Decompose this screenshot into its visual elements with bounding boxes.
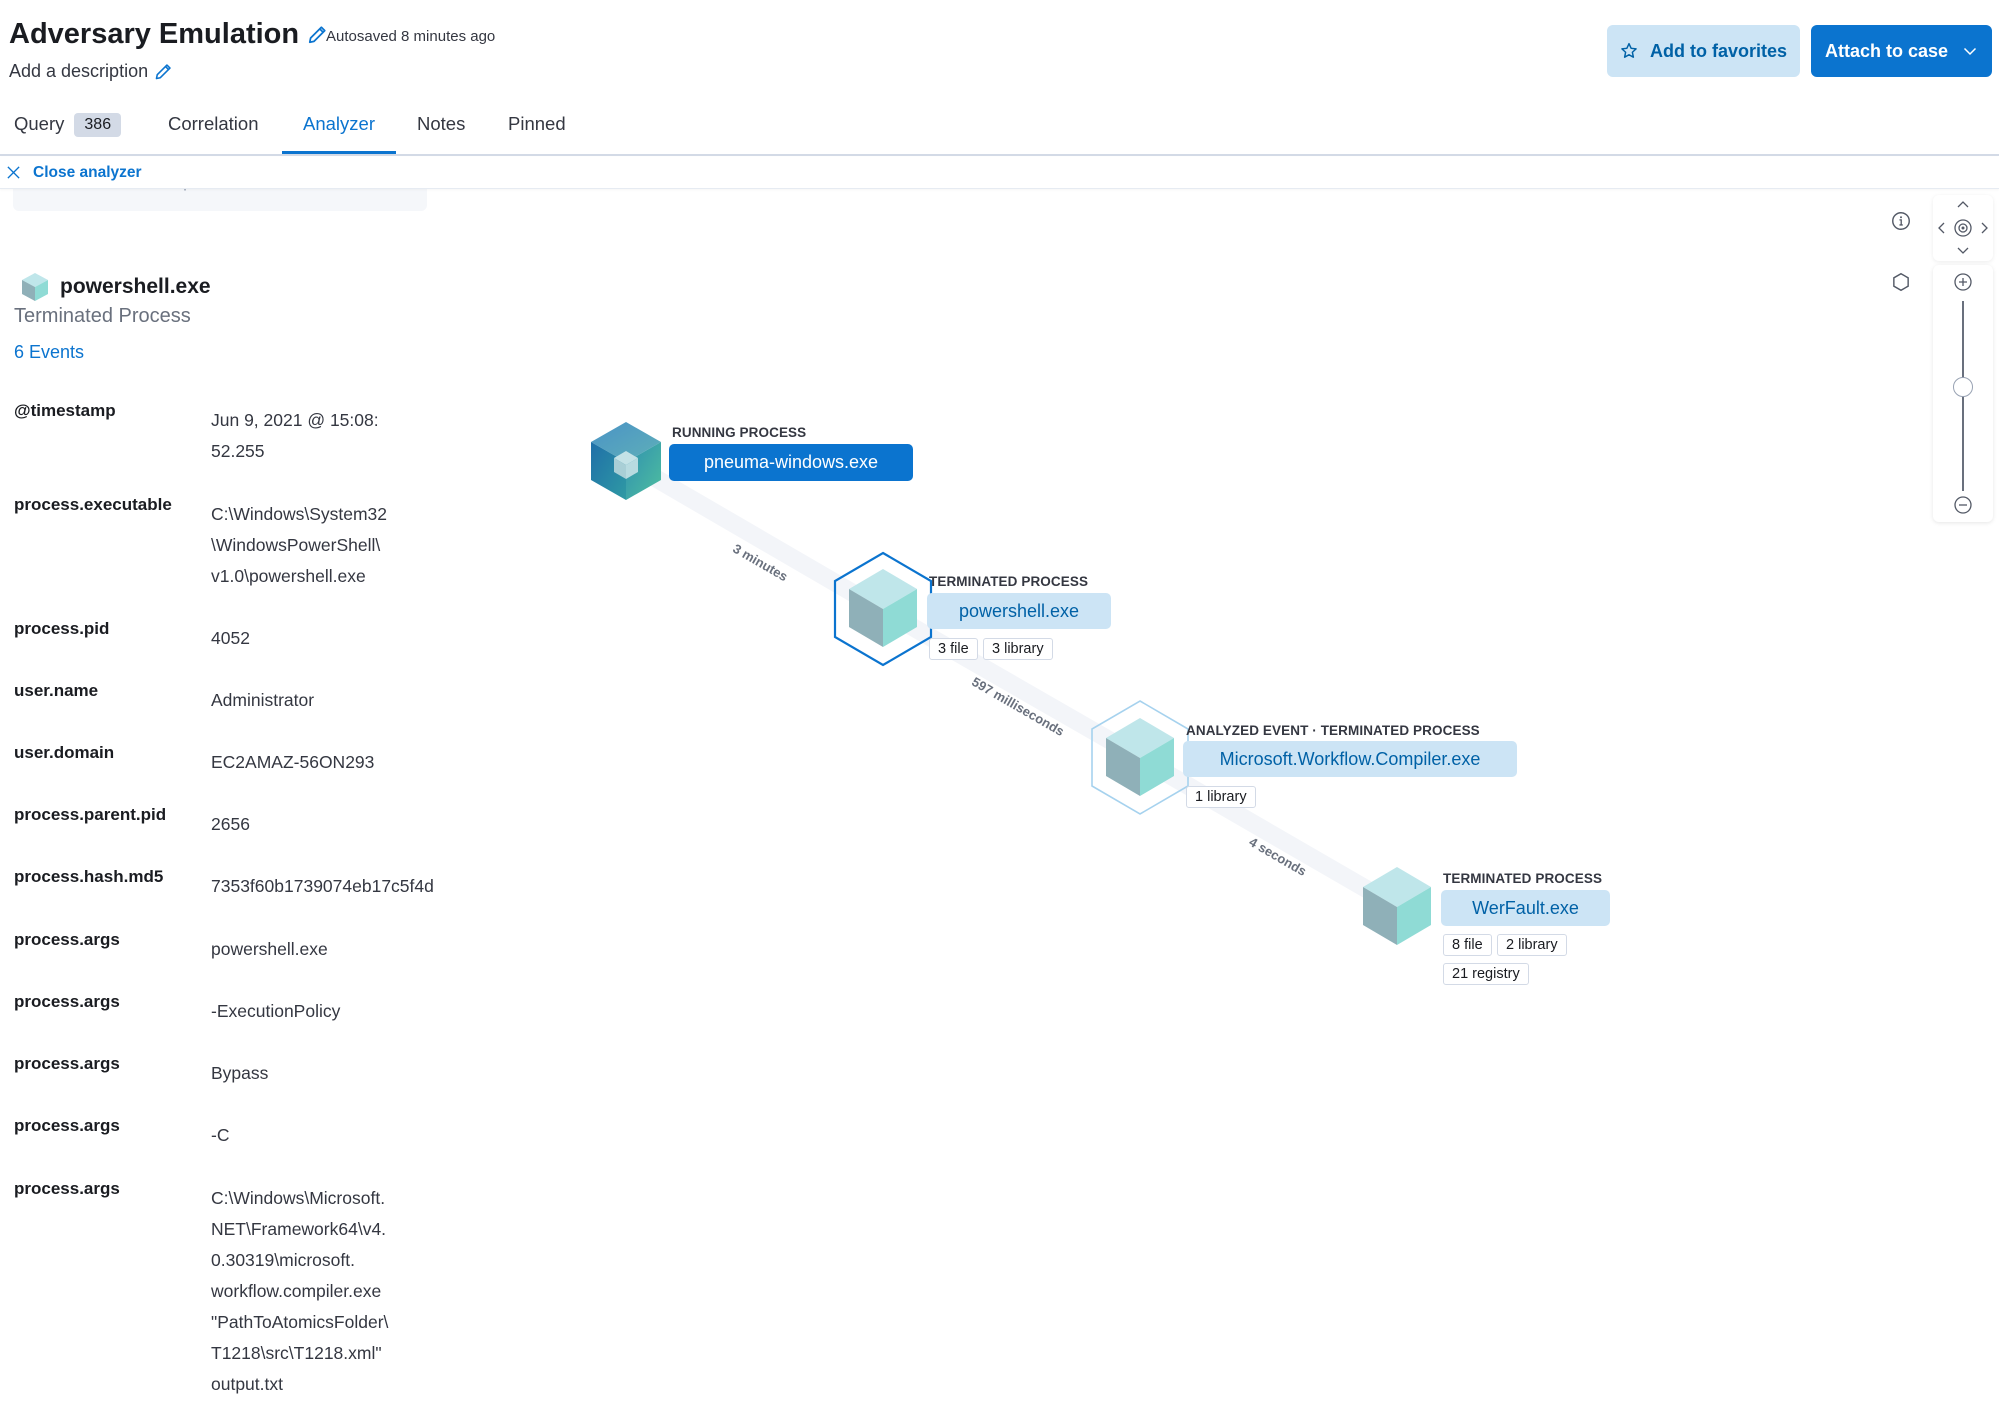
add-to-favorites-label: Add to favorites — [1649, 40, 1787, 61]
field-value: Administrator — [211, 690, 315, 710]
related-events-pill-registry[interactable]: 21 registry — [1443, 963, 1529, 985]
tab-pinned[interactable]: Pinned — [508, 113, 566, 154]
pan-up-icon[interactable] — [1955, 198, 1971, 210]
field-value: EC2AMAZ-56ON293 — [211, 752, 375, 772]
field-value: -ExecutionPolicy — [211, 1001, 341, 1021]
close-icon — [7, 166, 20, 179]
related-events-pill-library[interactable]: 3 library — [983, 638, 1053, 660]
node-name-button-powershell[interactable]: powershell.exe — [927, 593, 1111, 629]
close-analyzer-button[interactable]: Close analyzer — [0, 157, 1999, 189]
edge-line — [878, 602, 1142, 764]
add-description[interactable]: Add a description — [9, 61, 172, 82]
node-detail-panel: Events / Details for: powershell.... pow… — [0, 189, 447, 1422]
edge-line — [621, 453, 882, 615]
related-events-pill-library[interactable]: 1 library — [1186, 786, 1256, 808]
pan-left-icon[interactable] — [1935, 220, 1947, 236]
field-value: 4052 — [211, 628, 250, 648]
node-state-label: ANALYZED EVENT · TERMINATED PROCESS — [1186, 723, 1480, 738]
node-name-button-werfault[interactable]: WerFault.exe — [1441, 890, 1610, 926]
chevron-down-icon — [1963, 47, 1977, 56]
tab-notes-label: Notes — [417, 113, 466, 134]
field-key: process.args — [14, 992, 120, 1011]
related-events-pill-file[interactable]: 3 file — [929, 638, 978, 660]
node-cube-powershell[interactable] — [833, 551, 933, 667]
resolver-graph-canvas[interactable]: 3 minutes 597 milliseconds 4 seconds RUN… — [447, 189, 1999, 1422]
tab-correlation-label: Correlation — [168, 113, 259, 134]
timeline-title: Adversary Emulation — [9, 18, 327, 51]
timeline-tabs: Query 386 Correlation Analyzer Notes Pinn… — [0, 105, 1999, 156]
node-cube-workflow-compiler[interactable] — [1091, 700, 1189, 815]
pan-controls — [1933, 195, 1993, 261]
edit-title-pencil-icon[interactable] — [307, 25, 327, 45]
field-value: C:\Windows\System32 \WindowsPowerShell\ … — [211, 504, 388, 586]
field-value: 7353f60b1739074eb17c5f4d — [211, 876, 434, 896]
field-key: process.args — [14, 1116, 120, 1135]
field-key: process.parent.pid — [14, 805, 167, 824]
tab-notes[interactable]: Notes — [417, 113, 465, 154]
process-cube-icon — [22, 273, 48, 301]
node-cube-running-process[interactable] — [591, 422, 661, 500]
breadcrumb-text[interactable]: Events / Details for: powershell.... — [31, 189, 283, 192]
zoom-slider-thumb[interactable] — [1953, 376, 1973, 397]
field-key: user.domain — [14, 743, 115, 762]
info-icon[interactable] — [1890, 210, 1912, 232]
tab-analyzer-label: Analyzer — [303, 113, 375, 134]
star-icon — [1621, 42, 1637, 58]
add-to-favorites-button[interactable]: Add to favorites — [1607, 25, 1800, 77]
field-value: powershell.exe — [211, 939, 328, 959]
process-name: powershell.exe — [60, 275, 211, 298]
tab-analyzer[interactable]: Analyzer — [282, 113, 396, 154]
field-value: Bypass — [211, 1063, 269, 1083]
center-icon[interactable] — [1952, 217, 1974, 239]
field-value: 2656 — [211, 814, 250, 834]
field-value: Jun 9, 2021 @ 15:08: 52.255 — [211, 410, 379, 461]
zoom-out-icon[interactable] — [1952, 494, 1974, 516]
zoom-in-icon[interactable] — [1952, 271, 1974, 293]
timeline-title-text: Adversary Emulation — [9, 18, 300, 50]
tab-query[interactable]: Query 386 — [14, 113, 122, 154]
breadcrumb: Events / Details for: powershell.... — [13, 189, 427, 211]
tab-correlation[interactable]: Correlation — [168, 113, 259, 154]
field-key: process.executable — [14, 495, 172, 514]
schema-hexagon-icon[interactable] — [1890, 271, 1912, 293]
field-key: process.args — [14, 1179, 120, 1198]
zoom-controls — [1933, 265, 1993, 522]
field-value: C:\Windows\Microsoft. NET\Framework64\v4… — [211, 1188, 389, 1394]
description-placeholder: Add a description — [9, 61, 149, 81]
tab-query-label: Query — [14, 113, 65, 134]
field-key: @timestamp — [14, 401, 116, 420]
process-state: Terminated Process — [14, 305, 191, 327]
field-key: process.pid — [14, 619, 110, 638]
field-key: process.args — [14, 1054, 120, 1073]
node-state-label: TERMINATED PROCESS — [929, 574, 1089, 589]
field-value: -C — [211, 1125, 230, 1145]
attach-to-case-button[interactable]: Attach to case — [1811, 25, 1992, 77]
node-name-button-workflow-compiler[interactable]: Microsoft.Workflow.Compiler.exe — [1183, 741, 1517, 777]
close-analyzer-label: Close analyzer — [33, 163, 142, 181]
edge-line — [1135, 750, 1399, 913]
tab-pinned-label: Pinned — [508, 113, 566, 134]
related-events-pill-library[interactable]: 2 library — [1497, 934, 1567, 956]
node-cube-werfault[interactable] — [1363, 867, 1431, 945]
attach-to-case-label: Attach to case — [1824, 40, 1949, 61]
pan-right-icon[interactable] — [1979, 220, 1991, 236]
pan-down-icon[interactable] — [1955, 245, 1971, 257]
field-key: user.name — [14, 681, 99, 700]
related-events-pill-file[interactable]: 8 file — [1443, 934, 1492, 956]
query-count-badge: 386 — [74, 113, 122, 138]
events-link[interactable]: 6 Events — [14, 342, 84, 363]
edit-description-pencil-icon[interactable] — [154, 63, 172, 81]
field-key: process.args — [14, 930, 120, 949]
autosave-status: Autosaved 8 minutes ago — [326, 28, 496, 45]
field-key: process.hash.md5 — [14, 867, 164, 886]
node-state-label: TERMINATED PROCESS — [1443, 871, 1603, 886]
process-header: powershell.exe — [20, 271, 211, 303]
node-state-label: RUNNING PROCESS — [672, 425, 807, 440]
node-name-button-pneuma[interactable]: pneuma-windows.exe — [669, 444, 913, 481]
